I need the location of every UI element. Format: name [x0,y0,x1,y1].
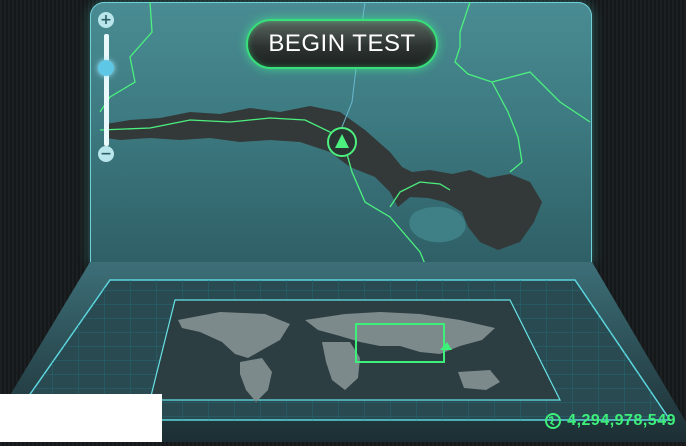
begin-test-button[interactable]: BEGIN TEST [246,19,438,69]
land-mass [106,106,542,250]
zoom-control: + − [96,12,118,162]
zoom-track[interactable] [104,34,109,146]
zoom-out-button[interactable]: − [98,146,114,162]
border-line [454,2,523,173]
border-line [491,71,591,123]
bay-water [409,206,466,243]
zoom-slider-thumb[interactable] [98,60,114,76]
blank-area [0,394,162,442]
globe-icon [545,413,562,429]
zoom-in-button[interactable]: + [98,12,114,28]
server-count: 4,294,978,549 [545,411,676,431]
speedtest-stage: + − BEGIN TEST 4,294,978,549 [0,0,686,442]
server-count-value: 4,294,978,549 [567,412,676,429]
